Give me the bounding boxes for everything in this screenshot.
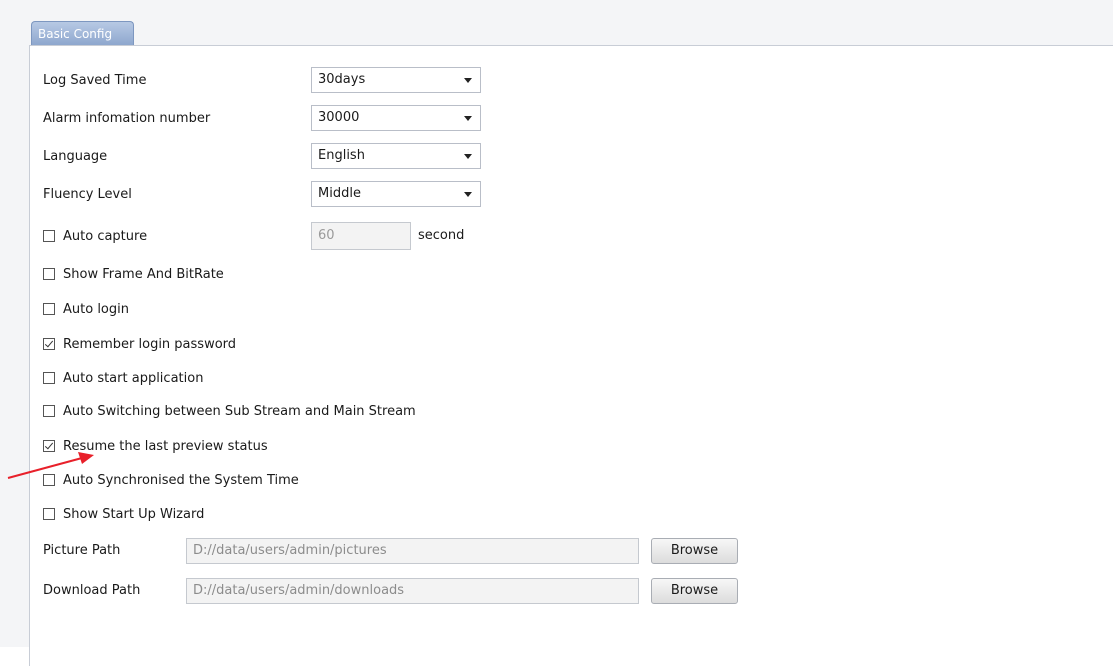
annotation-arrow-icon — [7, 452, 94, 479]
